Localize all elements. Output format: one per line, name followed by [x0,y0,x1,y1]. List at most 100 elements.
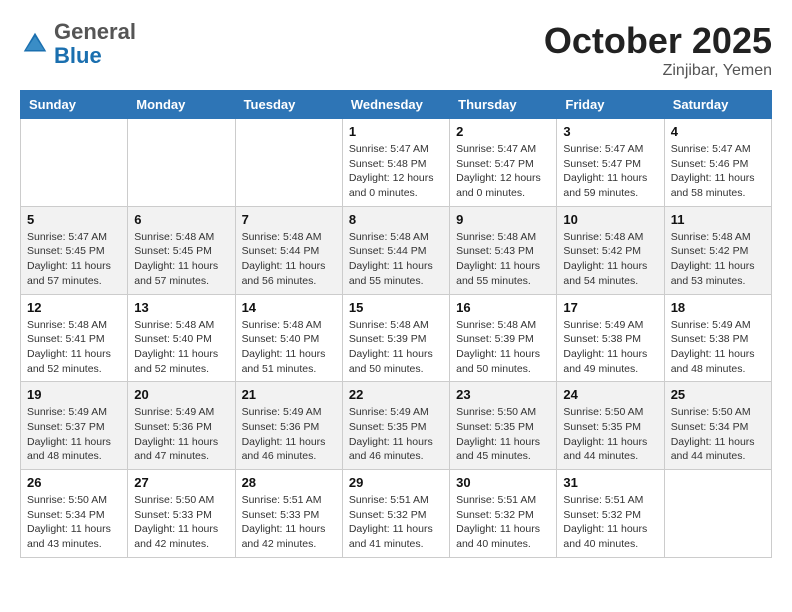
day-info: Sunrise: 5:48 AM Sunset: 5:39 PM Dayligh… [349,318,443,377]
week-row-5: 26 Sunrise: 5:50 AM Sunset: 5:34 PM Dayli… [21,470,772,558]
day-number: 24 [563,387,657,402]
day-info: Sunrise: 5:51 AM Sunset: 5:32 PM Dayligh… [349,493,443,552]
calendar-cell: 7Sunrise: 5:48 AM Sunset: 5:44 PM Daylig… [235,206,342,294]
day-info: Sunrise: 5:48 AM Sunset: 5:42 PM Dayligh… [671,230,765,289]
day-number: 17 [563,300,657,315]
weekday-header-wednesday: Wednesday [342,91,449,119]
day-number: 28 [242,475,336,490]
day-info: Sunrise: 5:48 AM Sunset: 5:43 PM Dayligh… [456,230,550,289]
logo: General Blue [20,20,136,68]
week-row-1: 1 Sunrise: 5:47 AM Sunset: 5:48 PM Daylig… [21,119,772,207]
calendar-cell: 6 Sunrise: 5:48 AM Sunset: 5:45 PM Daylig… [128,206,235,294]
calendar-cell: 31Sunrise: 5:51 AM Sunset: 5:32 PM Dayli… [557,470,664,558]
calendar-cell: 20 Sunrise: 5:49 AM Sunset: 5:36 PM Dayli… [128,382,235,470]
day-info: Sunrise: 5:48 AM Sunset: 5:41 PM Dayligh… [27,318,121,377]
calendar-cell: 23Sunrise: 5:50 AM Sunset: 5:35 PM Dayli… [450,382,557,470]
day-number: 12 [27,300,121,315]
calendar-cell: 1 Sunrise: 5:47 AM Sunset: 5:48 PM Daylig… [342,119,449,207]
logo-general: General [54,19,136,44]
weekday-header-tuesday: Tuesday [235,91,342,119]
day-info: Sunrise: 5:49 AM Sunset: 5:35 PM Dayligh… [349,405,443,464]
calendar-cell: 29Sunrise: 5:51 AM Sunset: 5:32 PM Dayli… [342,470,449,558]
day-info: Sunrise: 5:47 AM Sunset: 5:48 PM Dayligh… [349,142,443,201]
logo-blue: Blue [54,43,102,68]
day-info: Sunrise: 5:48 AM Sunset: 5:42 PM Dayligh… [563,230,657,289]
logo-icon [20,29,50,59]
day-info: Sunrise: 5:48 AM Sunset: 5:45 PM Dayligh… [134,230,228,289]
day-number: 2 [456,124,550,139]
day-number: 31 [563,475,657,490]
day-info: Sunrise: 5:50 AM Sunset: 5:33 PM Dayligh… [134,493,228,552]
calendar-cell: 14 Sunrise: 5:48 AM Sunset: 5:40 PM Dayli… [235,294,342,382]
calendar-cell: 9Sunrise: 5:48 AM Sunset: 5:43 PM Daylig… [450,206,557,294]
weekday-header-friday: Friday [557,91,664,119]
day-info: Sunrise: 5:47 AM Sunset: 5:45 PM Dayligh… [27,230,121,289]
calendar-cell: 30 Sunrise: 5:51 AM Sunset: 5:32 PM Dayli… [450,470,557,558]
week-row-3: 12 Sunrise: 5:48 AM Sunset: 5:41 PM Dayli… [21,294,772,382]
week-row-4: 19Sunrise: 5:49 AM Sunset: 5:37 PM Dayli… [21,382,772,470]
day-number: 7 [242,212,336,227]
calendar-cell [21,119,128,207]
day-info: Sunrise: 5:51 AM Sunset: 5:33 PM Dayligh… [242,493,336,552]
calendar-cell: 17Sunrise: 5:49 AM Sunset: 5:38 PM Dayli… [557,294,664,382]
day-number: 16 [456,300,550,315]
day-number: 13 [134,300,228,315]
day-number: 26 [27,475,121,490]
weekday-header-sunday: Sunday [21,91,128,119]
calendar-cell: 18 Sunrise: 5:49 AM Sunset: 5:38 PM Dayli… [664,294,771,382]
week-row-2: 5 Sunrise: 5:47 AM Sunset: 5:45 PM Daylig… [21,206,772,294]
location-subtitle: Zinjibar, Yemen [544,62,772,80]
calendar-cell: 22 Sunrise: 5:49 AM Sunset: 5:35 PM Dayli… [342,382,449,470]
day-number: 8 [349,212,443,227]
day-info: Sunrise: 5:50 AM Sunset: 5:34 PM Dayligh… [27,493,121,552]
day-number: 22 [349,387,443,402]
day-info: Sunrise: 5:51 AM Sunset: 5:32 PM Dayligh… [456,493,550,552]
title-block: October 2025 Zinjibar, Yemen [544,20,772,80]
calendar-cell: 8 Sunrise: 5:48 AM Sunset: 5:44 PM Daylig… [342,206,449,294]
day-number: 6 [134,212,228,227]
calendar-cell: 2Sunrise: 5:47 AM Sunset: 5:47 PM Daylig… [450,119,557,207]
day-info: Sunrise: 5:50 AM Sunset: 5:35 PM Dayligh… [456,405,550,464]
calendar-cell: 16 Sunrise: 5:48 AM Sunset: 5:39 PM Dayli… [450,294,557,382]
day-info: Sunrise: 5:49 AM Sunset: 5:36 PM Dayligh… [134,405,228,464]
day-info: Sunrise: 5:48 AM Sunset: 5:44 PM Dayligh… [349,230,443,289]
weekday-header-row: SundayMondayTuesdayWednesdayThursdayFrid… [21,91,772,119]
calendar-cell: 12 Sunrise: 5:48 AM Sunset: 5:41 PM Dayli… [21,294,128,382]
day-number: 30 [456,475,550,490]
calendar-table: SundayMondayTuesdayWednesdayThursdayFrid… [20,90,772,558]
weekday-header-thursday: Thursday [450,91,557,119]
day-number: 27 [134,475,228,490]
day-info: Sunrise: 5:48 AM Sunset: 5:40 PM Dayligh… [134,318,228,377]
day-number: 14 [242,300,336,315]
day-number: 3 [563,124,657,139]
calendar-cell: 15 Sunrise: 5:48 AM Sunset: 5:39 PM Dayli… [342,294,449,382]
day-number: 25 [671,387,765,402]
calendar-cell: 11 Sunrise: 5:48 AM Sunset: 5:42 PM Dayli… [664,206,771,294]
day-number: 11 [671,212,765,227]
day-number: 20 [134,387,228,402]
calendar-cell: 25 Sunrise: 5:50 AM Sunset: 5:34 PM Dayli… [664,382,771,470]
day-number: 5 [27,212,121,227]
calendar-cell: 26 Sunrise: 5:50 AM Sunset: 5:34 PM Dayli… [21,470,128,558]
day-number: 15 [349,300,443,315]
weekday-header-monday: Monday [128,91,235,119]
day-info: Sunrise: 5:47 AM Sunset: 5:46 PM Dayligh… [671,142,765,201]
day-info: Sunrise: 5:49 AM Sunset: 5:38 PM Dayligh… [671,318,765,377]
day-info: Sunrise: 5:47 AM Sunset: 5:47 PM Dayligh… [563,142,657,201]
calendar-cell: 28 Sunrise: 5:51 AM Sunset: 5:33 PM Dayli… [235,470,342,558]
day-info: Sunrise: 5:50 AM Sunset: 5:34 PM Dayligh… [671,405,765,464]
day-number: 1 [349,124,443,139]
day-info: Sunrise: 5:48 AM Sunset: 5:39 PM Dayligh… [456,318,550,377]
calendar-cell [128,119,235,207]
day-number: 19 [27,387,121,402]
day-number: 18 [671,300,765,315]
weekday-header-saturday: Saturday [664,91,771,119]
day-info: Sunrise: 5:48 AM Sunset: 5:40 PM Dayligh… [242,318,336,377]
calendar-cell [664,470,771,558]
day-number: 10 [563,212,657,227]
calendar-cell: 27 Sunrise: 5:50 AM Sunset: 5:33 PM Dayli… [128,470,235,558]
day-info: Sunrise: 5:49 AM Sunset: 5:36 PM Dayligh… [242,405,336,464]
calendar-cell: 13 Sunrise: 5:48 AM Sunset: 5:40 PM Dayli… [128,294,235,382]
calendar-cell [235,119,342,207]
day-info: Sunrise: 5:50 AM Sunset: 5:35 PM Dayligh… [563,405,657,464]
